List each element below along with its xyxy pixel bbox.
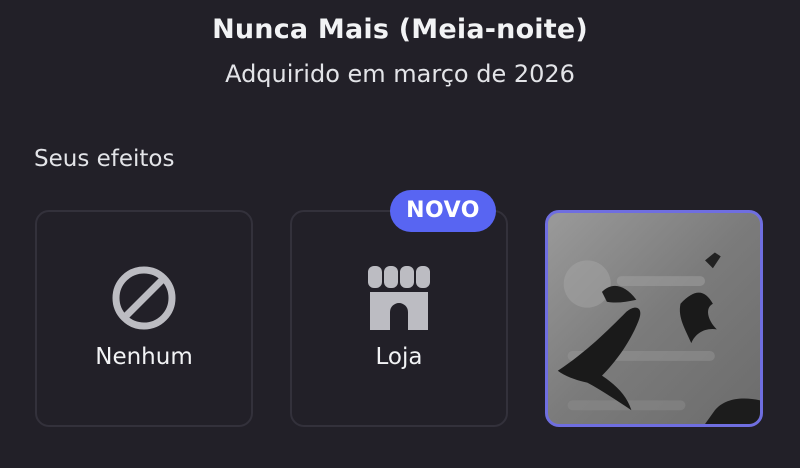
profile-effect-panel: Nunca Mais (Meia-noite) Adquirido em mar… [0, 0, 800, 468]
effect-title: Nunca Mais (Meia-noite) [212, 14, 588, 45]
effect-option-nevermore-midnight[interactable] [545, 210, 763, 427]
acquired-date: Adquirido em março de 2026 [225, 60, 575, 88]
section-label-your-effects: Seus efeitos [34, 146, 175, 172]
storefront-icon [366, 264, 432, 336]
new-badge: NOVO [390, 190, 496, 232]
effect-option-label: Nenhum [95, 344, 193, 370]
effect-option-shop[interactable]: Loja [290, 210, 508, 427]
prohibited-icon [110, 264, 178, 336]
effect-option-none[interactable]: Nenhum [35, 210, 253, 427]
crow-effect-preview [548, 213, 760, 424]
effect-option-label: Loja [375, 344, 423, 370]
